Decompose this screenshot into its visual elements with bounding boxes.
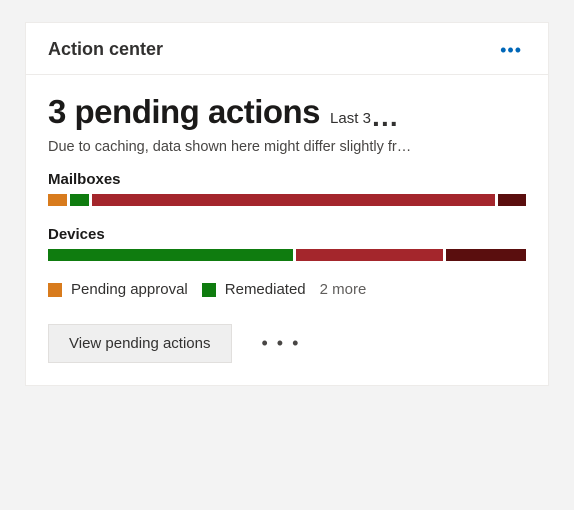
card-body: 3 pending actions Last 3… Due to caching… — [26, 75, 548, 363]
bar-segment — [92, 194, 495, 206]
bar-segment — [446, 249, 526, 261]
devices-label: Devices — [48, 226, 526, 243]
bar-segment — [70, 194, 89, 206]
caching-note: Due to caching, data shown here might di… — [48, 139, 526, 155]
legend-more-link[interactable]: 2 more — [320, 281, 367, 298]
time-range-label: Last 3… — [330, 100, 400, 128]
action-center-card: Action center ••• 3 pending actions Last… — [25, 22, 549, 386]
legend-row: Pending approval Remediated 2 more — [48, 281, 526, 298]
headline-row: 3 pending actions Last 3… — [48, 93, 526, 131]
mailboxes-bar — [48, 194, 526, 206]
legend-remediated[interactable]: Remediated — [202, 281, 306, 298]
actions-row: View pending actions • • • — [48, 324, 526, 363]
truncate-dots-icon: … — [371, 101, 400, 132]
pending-count-headline: 3 pending actions — [48, 93, 320, 131]
view-pending-actions-button[interactable]: View pending actions — [48, 324, 232, 363]
legend-pending[interactable]: Pending approval — [48, 281, 188, 298]
bar-segment — [48, 194, 67, 206]
devices-bar — [48, 249, 526, 261]
swatch-remediated-icon — [202, 283, 216, 297]
card-title: Action center — [48, 39, 163, 60]
time-range-text: Last 3 — [330, 110, 371, 127]
swatch-pending-icon — [48, 283, 62, 297]
bar-segment — [48, 249, 293, 261]
legend-remediated-label: Remediated — [225, 281, 306, 298]
mailboxes-label: Mailboxes — [48, 171, 526, 188]
bar-segment — [296, 249, 442, 261]
card-more-icon[interactable]: ••• — [496, 41, 526, 59]
secondary-more-icon[interactable]: • • • — [262, 333, 301, 354]
card-header: Action center ••• — [26, 23, 548, 75]
legend-pending-label: Pending approval — [71, 281, 188, 298]
bar-segment — [498, 194, 526, 206]
